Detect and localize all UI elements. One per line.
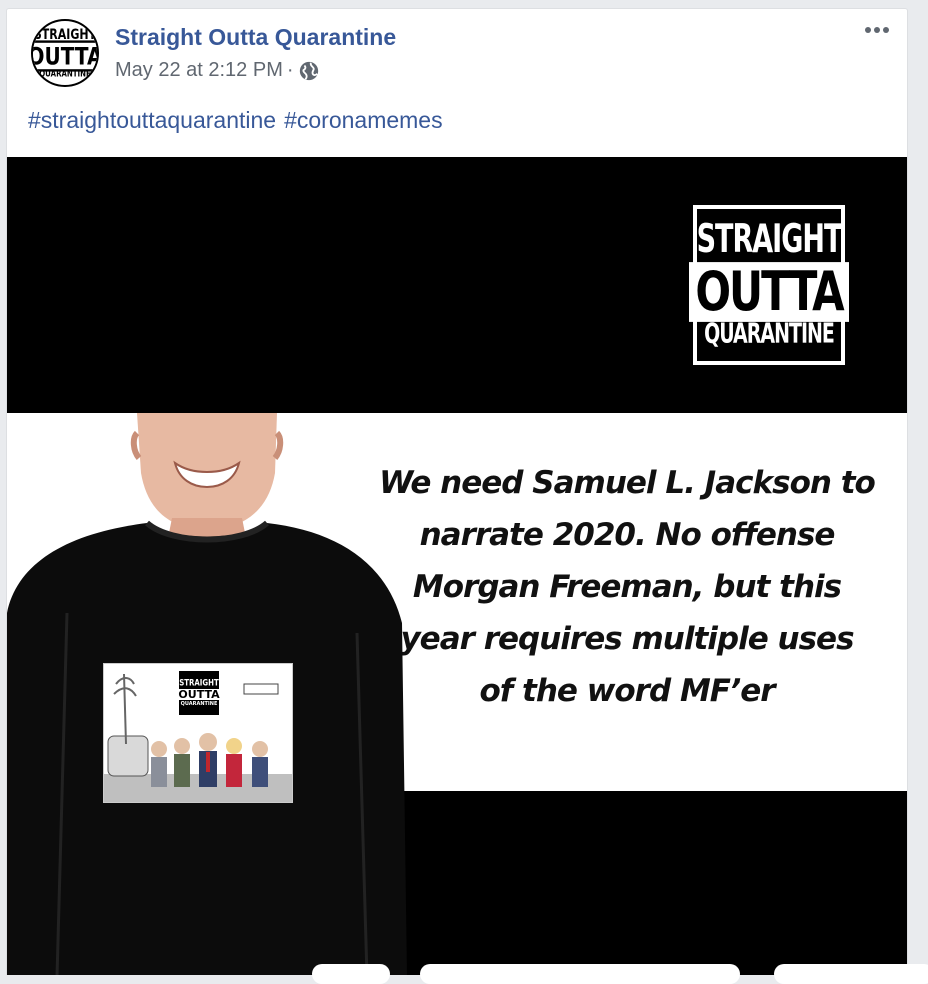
meta-separator: · bbox=[287, 59, 294, 82]
meme-quote: We need Samuel L. Jackson to narrate 202… bbox=[377, 457, 877, 717]
post-meta: May 22 at 2:12 PM · bbox=[115, 59, 320, 82]
hashtag-link[interactable]: #coronamemes bbox=[284, 107, 443, 133]
print-text-outta: OUTTA bbox=[176, 689, 221, 700]
bottom-reaction-bar bbox=[0, 962, 928, 974]
logo-text-quarantine: QUARANTINE bbox=[704, 321, 834, 349]
logo-text-straight: STRAIGHT bbox=[697, 220, 842, 259]
more-dot bbox=[883, 27, 889, 33]
shirt-print: STRAIGHT OUTTA QUARANTINE bbox=[103, 663, 293, 803]
page-avatar[interactable]: STRAIGHT OUTTA QUARANTINE bbox=[31, 19, 99, 87]
straight-outta-quarantine-logo: STRAIGHT OUTTA QUARANTINE bbox=[693, 205, 845, 365]
post-text: #straightouttaquarantine #coronamemes bbox=[28, 107, 451, 134]
reaction-pill[interactable] bbox=[420, 964, 740, 984]
logo-text-outta: OUTTA bbox=[689, 262, 848, 322]
more-dot bbox=[874, 27, 880, 33]
quote-line: We need Samuel L. Jackson to bbox=[377, 457, 877, 509]
avatar-text-outta: OUTTA bbox=[31, 40, 99, 71]
more-dot bbox=[865, 27, 871, 33]
globe-icon[interactable] bbox=[298, 60, 320, 82]
post-image[interactable]: STRAIGHT OUTTA QUARANTINE We need Samuel… bbox=[7, 157, 907, 975]
page-name-link[interactable]: Straight Outta Quarantine bbox=[115, 24, 396, 51]
reaction-pill[interactable] bbox=[312, 964, 390, 984]
avatar-text-straight: STRAIGHT bbox=[34, 27, 96, 41]
more-options-icon[interactable] bbox=[861, 19, 893, 41]
print-text-quarantine: QUARANTINE bbox=[181, 702, 218, 707]
reaction-pill[interactable] bbox=[774, 964, 928, 984]
shirt-print-logo: STRAIGHT OUTTA QUARANTINE bbox=[178, 670, 220, 716]
quote-line: year requires multiple uses bbox=[377, 613, 877, 665]
post-timestamp[interactable]: May 22 at 2:12 PM bbox=[115, 59, 283, 82]
avatar-text-quarantine: QUARANTINE bbox=[39, 69, 91, 78]
hashtag-link[interactable]: #straightouttaquarantine bbox=[28, 107, 276, 133]
quote-line: Morgan Freeman, but this bbox=[377, 561, 877, 613]
quote-line: of the word MF’er bbox=[377, 665, 877, 717]
quote-line: narrate 2020. No offense bbox=[377, 509, 877, 561]
print-text-straight: STRAIGHT bbox=[179, 678, 219, 687]
post-card: STRAIGHT OUTTA QUARANTINE Straight Outta… bbox=[6, 8, 908, 975]
